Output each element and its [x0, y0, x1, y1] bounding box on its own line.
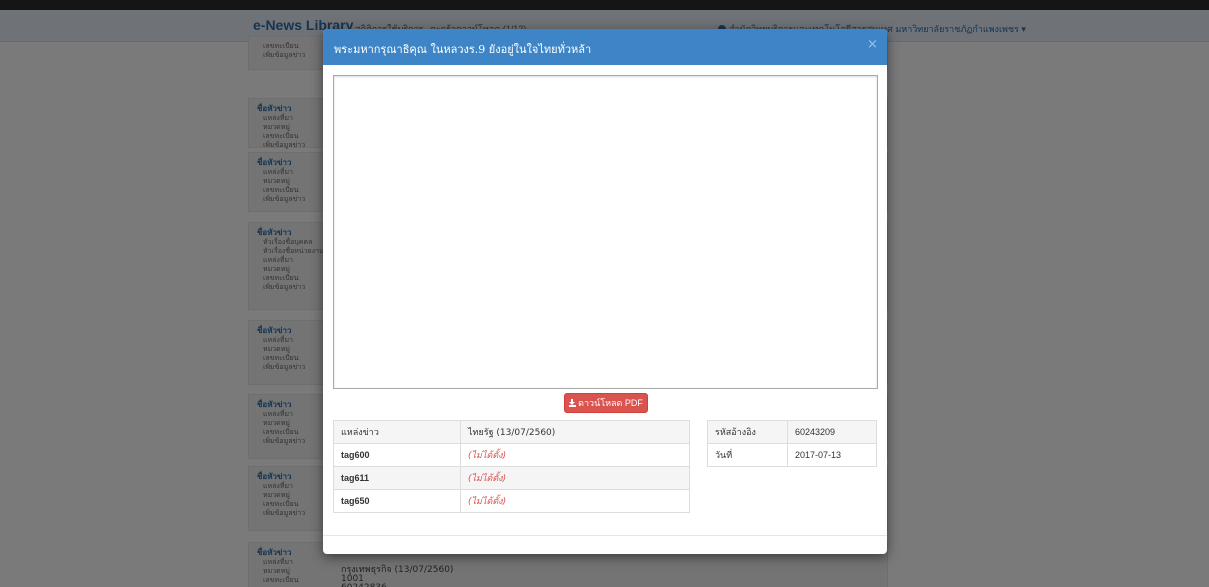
table-row: วันที่ 2017-07-13: [707, 443, 877, 467]
modal-title: พระมหากรุณาธิคุณ ในหลวงร.9 ยังอยู่ในใจไท…: [334, 43, 592, 56]
close-icon[interactable]: ×: [867, 37, 878, 52]
table-cell-key: วันที่: [707, 443, 788, 467]
news-info-table: แหล่งข่าว ไทยรัฐ (13/07/2560) tag600 (ไม…: [333, 420, 690, 513]
download-icon: [569, 399, 577, 407]
table-cell-value: (ไม่ได้ตั้ง): [460, 443, 690, 467]
news-meta-table: รหัสอ้างอิง 60243209 วันที่ 2017-07-13: [707, 420, 877, 467]
news-detail-modal: พระมหากรุณาธิคุณ ในหลวงร.9 ยังอยู่ในใจไท…: [323, 29, 887, 554]
table-cell-value: (ไม่ได้ตั้ง): [460, 466, 690, 490]
table-row: แหล่งข่าว ไทยรัฐ (13/07/2560): [333, 420, 690, 444]
table-cell-value: (ไม่ได้ตั้ง): [460, 489, 690, 513]
table-cell-key: tag611: [333, 466, 461, 490]
table-cell-value: 60243209: [787, 420, 877, 444]
table-cell-value: 2017-07-13: [787, 443, 877, 467]
modal-footer-divider: [323, 535, 887, 536]
table-row: รหัสอ้างอิง 60243209: [707, 420, 877, 444]
table-row: tag611 (ไม่ได้ตั้ง): [333, 466, 690, 490]
table-row: tag650 (ไม่ได้ตั้ง): [333, 489, 690, 513]
table-cell-key: แหล่งข่าว: [333, 420, 461, 444]
table-row: tag600 (ไม่ได้ตั้ง): [333, 443, 690, 467]
table-cell-key: รหัสอ้างอิง: [707, 420, 788, 444]
download-pdf-button[interactable]: ดาวน์โหลด PDF: [564, 393, 648, 413]
pdf-viewer-frame[interactable]: [333, 75, 878, 389]
table-cell-key: tag650: [333, 489, 461, 513]
table-cell-key: tag600: [333, 443, 461, 467]
download-pdf-label: ดาวน์โหลด PDF: [578, 398, 643, 408]
table-cell-value: ไทยรัฐ (13/07/2560): [460, 420, 690, 444]
modal-header: พระมหากรุณาธิคุณ ในหลวงร.9 ยังอยู่ในใจไท…: [323, 29, 887, 65]
